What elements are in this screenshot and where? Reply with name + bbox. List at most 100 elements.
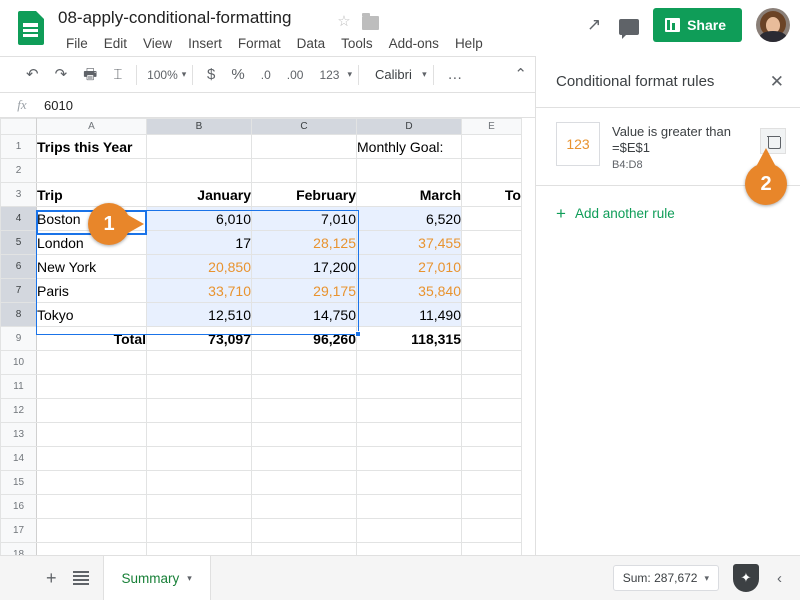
cell-D9[interactable]: 118,315	[356, 326, 462, 351]
cell-D3[interactable]: March	[356, 182, 462, 207]
cell-D10[interactable]	[356, 350, 462, 375]
cell-D6[interactable]: 27,010	[356, 254, 462, 279]
column-header-d[interactable]: D	[356, 118, 462, 135]
column-header-e[interactable]: E	[461, 118, 522, 135]
cell-D15[interactable]	[356, 470, 462, 495]
font-family-select[interactable]: Calibri	[365, 67, 422, 82]
all-sheets-icon[interactable]	[72, 571, 89, 585]
cell-E5[interactable]	[461, 230, 522, 255]
cell-D7[interactable]: 35,840	[356, 278, 462, 303]
cell-B11[interactable]	[146, 374, 252, 399]
row-header-5[interactable]: 5	[0, 230, 37, 255]
cell-B18[interactable]	[146, 542, 252, 555]
chevron-down-icon[interactable]: ▾	[704, 573, 709, 584]
cell-B15[interactable]	[146, 470, 252, 495]
row-header-13[interactable]: 13	[0, 422, 37, 447]
row-header-14[interactable]: 14	[0, 446, 37, 471]
comment-icon[interactable]	[619, 18, 640, 39]
menu-item-format[interactable]: Format	[230, 34, 289, 53]
menu-item-edit[interactable]: Edit	[96, 34, 135, 53]
cell-C7[interactable]: 29,175	[251, 278, 357, 303]
cell-E8[interactable]	[461, 302, 522, 327]
cell-A2[interactable]	[36, 158, 147, 183]
star-icon[interactable]: ☆	[336, 14, 352, 30]
zoom-level[interactable]: 100%	[143, 68, 182, 82]
cell-B3[interactable]: January	[146, 182, 252, 207]
decrease-decimal-button[interactable]: .0	[253, 60, 279, 90]
cell-D13[interactable]	[356, 422, 462, 447]
cell-C11[interactable]	[251, 374, 357, 399]
row-header-16[interactable]: 16	[0, 494, 37, 519]
cell-E17[interactable]	[461, 518, 522, 543]
print-button[interactable]: 🖶	[75, 60, 105, 90]
cell-C13[interactable]	[251, 422, 357, 447]
sheet-tab-summary[interactable]: Summary ▾	[102, 555, 211, 600]
cell-A12[interactable]	[36, 398, 147, 423]
cell-B4[interactable]: 6,010	[146, 206, 252, 231]
more-options-button[interactable]: …	[439, 60, 470, 90]
formula-input[interactable]: 6010	[44, 98, 73, 113]
row-header-17[interactable]: 17	[0, 518, 37, 543]
cell-D1[interactable]: Monthly Goal:	[356, 134, 462, 159]
menu-item-file[interactable]: File	[58, 34, 96, 53]
cell-E12[interactable]	[461, 398, 522, 423]
close-icon[interactable]: ✕	[770, 72, 784, 92]
cell-D11[interactable]	[356, 374, 462, 399]
undo-button[interactable]: ↶	[18, 60, 47, 90]
chevron-down-icon[interactable]: ▾	[182, 69, 187, 80]
select-all-corner[interactable]	[0, 118, 37, 135]
cell-C5[interactable]: 28,125	[251, 230, 357, 255]
cell-D12[interactable]	[356, 398, 462, 423]
row-header-3[interactable]: 3	[0, 182, 37, 207]
cell-E13[interactable]	[461, 422, 522, 447]
cell-A9[interactable]: Total	[36, 326, 147, 351]
cell-B10[interactable]	[146, 350, 252, 375]
cell-C18[interactable]	[251, 542, 357, 555]
paint-format-button[interactable]: ⌶	[105, 60, 130, 90]
row-header-6[interactable]: 6	[0, 254, 37, 279]
share-button[interactable]: Share	[653, 8, 742, 42]
cell-C2[interactable]	[251, 158, 357, 183]
column-header-c[interactable]: C	[251, 118, 357, 135]
cell-C16[interactable]	[251, 494, 357, 519]
cell-E9[interactable]	[461, 326, 522, 351]
cell-E4[interactable]	[461, 206, 522, 231]
cell-A10[interactable]	[36, 350, 147, 375]
cell-B17[interactable]	[146, 518, 252, 543]
cell-A15[interactable]	[36, 470, 147, 495]
cell-D17[interactable]	[356, 518, 462, 543]
cell-C10[interactable]	[251, 350, 357, 375]
cell-A11[interactable]	[36, 374, 147, 399]
cell-A6[interactable]: New York	[36, 254, 147, 279]
explore-button[interactable]: ✦	[733, 564, 759, 592]
row-header-7[interactable]: 7	[0, 278, 37, 303]
cell-E3[interactable]: To	[461, 182, 522, 207]
cell-E18[interactable]	[461, 542, 522, 555]
row-header-10[interactable]: 10	[0, 350, 37, 375]
row-header-12[interactable]: 12	[0, 398, 37, 423]
cell-A1[interactable]: Trips this Year	[36, 134, 147, 159]
cell-E6[interactable]	[461, 254, 522, 279]
cell-D2[interactable]	[356, 158, 462, 183]
document-title[interactable]: 08-apply-conditional-formatting	[58, 8, 291, 28]
cell-D14[interactable]	[356, 446, 462, 471]
menu-item-tools[interactable]: Tools	[333, 34, 381, 53]
row-header-18[interactable]: 18	[0, 542, 37, 555]
cell-D4[interactable]: 6,520	[356, 206, 462, 231]
row-header-9[interactable]: 9	[0, 326, 37, 351]
menu-item-data[interactable]: Data	[289, 34, 334, 53]
cell-A3[interactable]: Trip	[36, 182, 147, 207]
row-header-2[interactable]: 2	[0, 158, 37, 183]
menu-item-view[interactable]: View	[135, 34, 180, 53]
cell-C15[interactable]	[251, 470, 357, 495]
column-header-b[interactable]: B	[146, 118, 252, 135]
cell-E11[interactable]	[461, 374, 522, 399]
cell-A18[interactable]	[36, 542, 147, 555]
cell-D8[interactable]: 11,490	[356, 302, 462, 327]
cell-B1[interactable]	[146, 134, 252, 159]
row-header-11[interactable]: 11	[0, 374, 37, 399]
cell-C4[interactable]: 7,010	[251, 206, 357, 231]
cell-C3[interactable]: February	[251, 182, 357, 207]
chevron-down-icon[interactable]: ▾	[347, 69, 352, 80]
cell-C6[interactable]: 17,200	[251, 254, 357, 279]
